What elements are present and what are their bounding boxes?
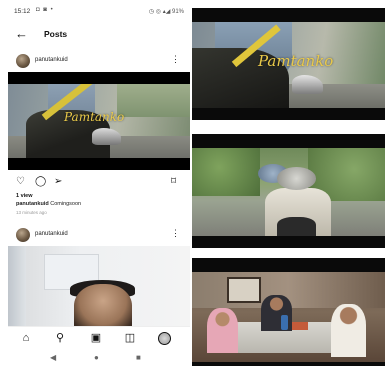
notification-icons: ◘ ◙ • [36,7,54,13]
post-caption: panutankuid Comingsoon [16,201,81,207]
caption-username[interactable]: panutankuid [16,201,49,207]
post-image[interactable] [8,246,190,326]
avatar[interactable] [16,228,30,242]
image-still [8,246,190,326]
more-vertical-icon[interactable]: ⋮ [171,228,180,238]
film-title-overlay: Pamtanko [64,110,125,124]
triangle-back-icon[interactable]: ◀ [50,353,56,362]
caption-text: Comingsoon [50,201,82,207]
back-arrow-icon[interactable]: ← [15,27,29,41]
system-navigation: ◀ ● ■ [8,350,190,366]
instagram-screenshot: 15:12 ◘ ◙ • ◷ ◎ ▴◢ 91% ← Posts panutanku… [8,0,190,366]
video-still: Pamtanko [8,84,190,158]
post-timestamp: 13 minutes ago [16,210,47,215]
post-video[interactable]: Pamtanko [8,72,190,170]
post-username[interactable]: panutankuid [35,231,68,237]
post-header: panutankuid ⋮ [8,226,190,244]
post-header: panutankuid ⋮ [8,52,190,70]
reels-icon[interactable]: ▣ [88,331,104,345]
still-image [192,272,385,362]
search-icon[interactable]: ⚲ [52,331,68,345]
system-status-icons: ◷ ◎ ▴◢ 91% [148,9,184,15]
status-bar: 15:12 ◘ ◙ • ◷ ◎ ▴◢ 91% [8,6,190,18]
film-title-overlay: Pamtanko [258,52,334,70]
send-icon[interactable]: ➢ [54,176,62,188]
heart-icon[interactable]: ♡ [16,176,25,188]
bottom-navigation: ⌂ ⚲ ▣ ◫ [8,326,190,348]
film-still-riders [192,134,385,248]
circle-home-icon[interactable]: ● [94,353,99,362]
still-image: Pamtanko [192,22,385,108]
profile-avatar-icon[interactable] [158,332,171,345]
status-time: 15:12 [14,8,31,15]
shop-icon[interactable]: ◫ [122,331,138,345]
post-actions: ♡ ◯ ➢ ⌑ [8,174,190,190]
more-vertical-icon[interactable]: ⋮ [171,54,180,64]
still-image [192,148,385,236]
view-count[interactable]: 1 view [16,193,33,199]
film-still-motorbike: Pamtanko [192,8,385,120]
app-bar: ← Posts [8,24,190,46]
bookmark-icon[interactable]: ⌑ [171,176,176,188]
home-icon[interactable]: ⌂ [18,331,34,345]
avatar[interactable] [16,54,30,68]
page-title: Posts [44,29,68,39]
film-still-dining [192,258,385,366]
square-recent-icon[interactable]: ■ [136,353,141,362]
post-username[interactable]: panutankuid [35,57,68,63]
comment-icon[interactable]: ◯ [35,176,46,188]
